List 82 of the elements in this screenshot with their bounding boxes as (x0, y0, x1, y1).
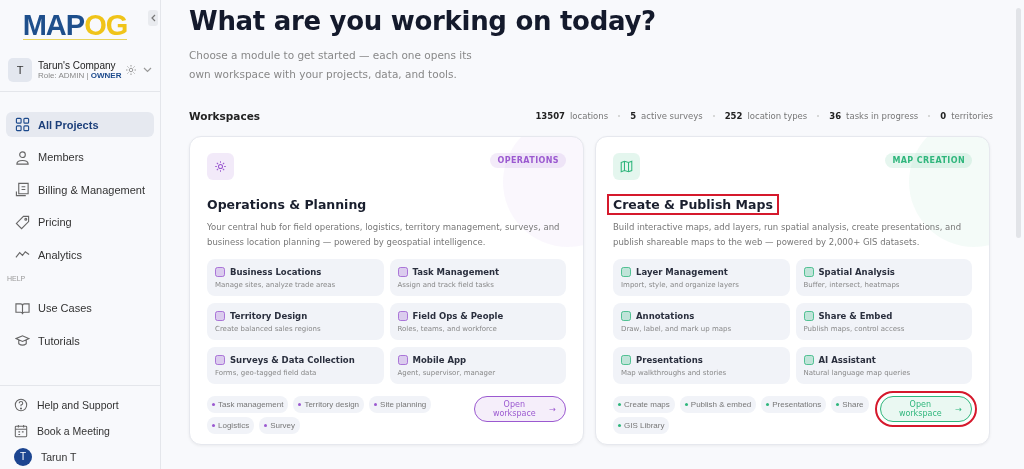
feature-title: Spatial Analysis (818, 266, 895, 277)
avatar[interactable]: T (14, 447, 32, 466)
stat-value: 36 (829, 111, 842, 121)
tag-icon (15, 214, 30, 230)
company-name: Tarun's Company (38, 60, 117, 71)
person-icon (15, 149, 30, 165)
feature-title: Field Ops & People (412, 310, 504, 321)
grid-icon (15, 117, 30, 132)
calendar-icon (14, 423, 28, 438)
chevron-left-icon (150, 14, 156, 22)
nav-item[interactable]: Help and Support (14, 396, 146, 413)
stat-value: 5 (630, 111, 637, 121)
tag: Logistics (207, 417, 255, 434)
gear-icon (207, 153, 234, 180)
tag: GIS Library (613, 417, 670, 434)
feature-icon (803, 266, 814, 277)
card-description: Your central hub for field operations, logistics, territory management, surveys, and business location planning — powered by geospatial intelligence. (207, 221, 561, 249)
stat-label: territories (951, 111, 993, 121)
feature-icon (215, 266, 225, 277)
feature-title: AI Assistant (818, 354, 876, 365)
settings-icon[interactable] (125, 64, 137, 76)
nav-item[interactable]: All Projects (6, 112, 154, 137)
avatar: T (8, 58, 32, 82)
card-description: Build interactive maps, add layers, run spatial analysis, create presentations, and publish shareable maps to the web — powered by 2,000+ GIS datasets. (613, 221, 963, 249)
feature-icon (803, 354, 814, 365)
nav-item[interactable]: Tutorials (6, 328, 154, 353)
tag: Site planning (369, 396, 432, 413)
feature-title: Share & Embed (818, 310, 893, 321)
user-name: Tarun T (41, 450, 77, 463)
stat-value: 252 (724, 111, 743, 121)
feature-icon (621, 310, 631, 321)
stat-label: locations (570, 111, 609, 121)
feature-icon (215, 354, 225, 365)
feature-title: Territory Design (230, 310, 308, 321)
tag: Share (831, 396, 869, 413)
graduation-cap-icon (15, 333, 30, 348)
feature-title: Business Locations (230, 266, 322, 277)
feature-icon (397, 354, 408, 365)
feature-title: Mobile App (412, 354, 467, 365)
tag: Publish & embed (679, 396, 757, 413)
feature-icon (215, 310, 225, 321)
book-icon (15, 300, 30, 316)
nav-item[interactable]: Members (6, 144, 154, 170)
feature-title: Annotations (636, 310, 695, 321)
stat-value: 13507 (535, 111, 565, 121)
tag: Presentations (761, 396, 827, 413)
nav-item[interactable]: Analytics (6, 242, 154, 267)
nav-item[interactable]: Pricing (6, 209, 154, 235)
category-badge: MAP CREATION (885, 153, 972, 168)
feature-title: Task Management (412, 266, 500, 277)
help-icon (14, 397, 28, 412)
card-title: Operations & Planning (206, 196, 368, 214)
nav-item[interactable]: Billing & Management (6, 177, 154, 202)
nav-item[interactable]: Book a Meeting (14, 422, 146, 439)
feature-icon (803, 310, 814, 321)
feature-title: Presentations (636, 354, 703, 365)
feature-title: Surveys & Data Collection (230, 354, 355, 365)
card-title: Create & Publish Maps (607, 194, 779, 215)
feature-title: Layer Management (636, 266, 728, 277)
page-subtitle: Choose a module to get started — each one opens its own workspace with your projects, data, and tools. (189, 48, 473, 82)
section-heading: Workspaces (189, 110, 261, 122)
tag: Task management (207, 396, 289, 413)
stat-label: active surveys (641, 111, 703, 121)
feature-icon (621, 354, 631, 365)
stat-value: 0 (940, 111, 947, 121)
collapse-button[interactable] (148, 10, 158, 26)
stat-label: location types (747, 111, 808, 121)
nav-item[interactable]: Use Cases (6, 295, 154, 321)
logo: MAPOG (22, 10, 128, 40)
stat-label: tasks in progress (846, 111, 919, 121)
role-text: Role: ADMIN | OWNER (38, 71, 119, 80)
feature-icon (621, 266, 631, 277)
receipt-icon (15, 182, 30, 197)
feature-icon (397, 266, 408, 277)
tag: Create maps (613, 396, 675, 413)
page-title: What are you working on today? (189, 5, 657, 38)
map-icon (613, 153, 640, 180)
feature-icon (397, 310, 408, 321)
tag: Territory design (293, 396, 365, 413)
category-badge: OPERATIONS (490, 153, 566, 168)
tag: Survey (259, 417, 301, 434)
chevron-down-icon[interactable] (143, 67, 152, 73)
